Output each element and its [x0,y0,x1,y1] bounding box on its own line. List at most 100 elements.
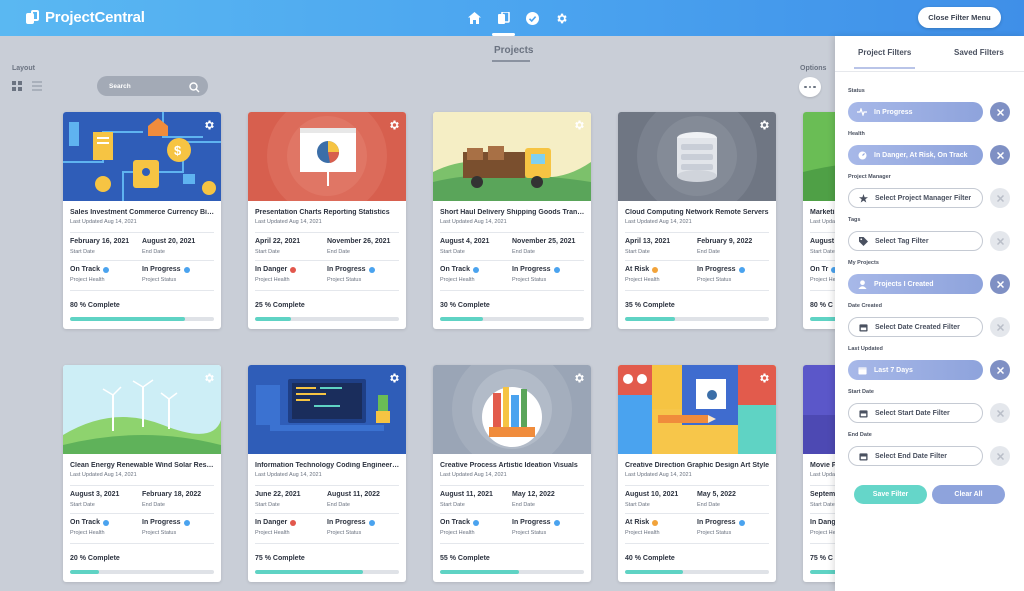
card-settings-icon[interactable] [573,118,585,136]
clear-all-button[interactable]: Clear All [932,485,1005,504]
search-icon[interactable] [189,80,200,98]
filter-select[interactable]: Last 7 Days [848,360,983,380]
progress-fill [440,570,520,574]
filter-value: In Progress [874,108,913,116]
filter-select[interactable]: Select Date Created Filter [848,317,983,337]
list-layout-icon[interactable] [32,81,42,91]
filter-select[interactable]: Select Tag Filter [848,231,983,251]
start-date-value: August [810,238,835,245]
filter-select[interactable]: Projects I Created [848,274,983,294]
project-card[interactable]: Information Technology Coding Engineerin… [248,365,406,582]
status-badge-icon [738,266,745,273]
project-title[interactable]: Cloud Computing Network Remote Servers [625,209,770,216]
close-icon [996,189,1004,207]
end-date-label: End Date [327,502,350,508]
card-settings-icon[interactable] [203,118,215,136]
project-title[interactable]: Presentation Charts Reporting Statistics [255,209,400,216]
clear-filter-button[interactable] [990,360,1010,380]
card-settings-icon[interactable] [573,371,585,389]
projects-icon[interactable] [492,8,515,36]
filter-select[interactable]: Select End Date Filter [848,446,983,466]
project-card[interactable]: Creative Direction Graphic Design Art St… [618,365,776,582]
progress-fill [625,317,676,321]
card-divider [625,543,769,544]
health-label: Project Health [440,530,475,536]
filter-label: End Date [848,432,872,438]
clear-filter-button[interactable] [990,102,1010,122]
tasks-icon[interactable] [523,8,542,28]
percent-complete: 55 % Complete [440,555,490,562]
filter-select[interactable]: In Danger, At Risk, On Track [848,145,983,165]
settings-icon[interactable] [552,8,571,28]
project-title[interactable]: Clean Energy Renewable Wind Solar Resour… [70,462,215,469]
clear-filter-button[interactable] [990,317,1010,337]
last-updated: Last Updated Aug 14, 2021 [255,472,322,478]
filter-select[interactable]: Select Project Manager Filter [848,188,983,208]
project-card[interactable]: Creative Process Artistic Ideation Visua… [433,365,591,582]
save-filter-button[interactable]: Save Filter [854,485,927,504]
status-value: In Progress [512,266,560,273]
project-title[interactable]: Information Technology Coding Engineerin… [255,462,400,469]
end-date-label: End Date [142,249,165,255]
clear-filter-button[interactable] [990,231,1010,251]
project-title[interactable]: Creative Process Artistic Ideation Visua… [440,462,585,469]
card-divider [255,232,399,233]
close-filter-menu-button[interactable]: Close Filter Menu [918,7,1001,28]
filter-label: Date Created [848,303,882,309]
filter-select[interactable]: Select Start Date Filter [848,403,983,423]
app-logo[interactable]: ProjectCentral [26,9,145,26]
project-title[interactable]: Sales Investment Commerce Currency Bitc.… [70,209,215,216]
health-badge-icon [472,519,479,526]
status-label: Project Status [697,530,732,536]
status-value: In Progress [327,519,375,526]
progress-bar [70,317,214,321]
last-updated: Last Updated Aug 14, 2021 [625,472,692,478]
card-divider [440,485,584,486]
card-settings-icon[interactable] [758,118,770,136]
project-title[interactable]: Creative Direction Graphic Design Art St… [625,462,770,469]
card-settings-icon[interactable] [388,118,400,136]
filter-select[interactable]: In Progress [848,102,983,122]
tab-saved-filters[interactable]: Saved Filters [954,48,1004,57]
search-input[interactable] [109,80,189,92]
project-card[interactable]: Clean Energy Renewable Wind Solar Resour… [63,365,221,582]
home-icon[interactable] [465,8,484,28]
clear-filter-button[interactable] [990,446,1010,466]
gauge-icon [856,151,868,160]
svg-text:$: $ [174,143,182,158]
filter-label: Status [848,88,865,94]
project-card[interactable]: $ Sales Investment Commerce Currency Bit… [63,112,221,329]
clear-filter-button[interactable] [990,188,1010,208]
card-divider [440,513,584,514]
card-settings-icon[interactable] [388,371,400,389]
project-card[interactable]: Presentation Charts Reporting Statistics… [248,112,406,329]
calendar-icon [856,366,868,375]
end-date-value: February 18, 2022 [142,491,202,498]
last-updated: Last Updated Aug 14, 2021 [440,472,507,478]
start-date-value: August 3, 2021 [70,491,120,498]
project-title[interactable]: Short Haul Delivery Shipping Goods Trans… [440,209,585,216]
project-card[interactable]: Cloud Computing Network Remote Servers L… [618,112,776,329]
project-thumbnail [618,112,776,201]
card-settings-icon[interactable] [203,371,215,389]
clear-filter-button[interactable] [990,274,1010,294]
clear-filter-button[interactable] [990,145,1010,165]
project-thumbnail [248,365,406,454]
status-label: Project Status [142,277,177,283]
grid-layout-icon[interactable] [12,81,22,91]
card-divider [440,290,584,291]
clear-filter-button[interactable] [990,403,1010,423]
status-badge-icon [368,266,375,273]
options-button[interactable] [799,77,821,97]
health-badge-icon [652,519,659,526]
status-value: In Progress [142,266,190,273]
progress-fill [70,317,186,321]
layout-label: Layout [12,65,35,72]
tab-project-filters[interactable]: Project Filters [853,48,916,69]
status-badge-icon [183,519,190,526]
percent-complete: 40 % Complete [625,555,675,562]
project-card[interactable]: Short Haul Delivery Shipping Goods Trans… [433,112,591,329]
card-settings-icon[interactable] [758,371,770,389]
card-divider [625,485,769,486]
start-date-label: Start Date [625,502,650,508]
